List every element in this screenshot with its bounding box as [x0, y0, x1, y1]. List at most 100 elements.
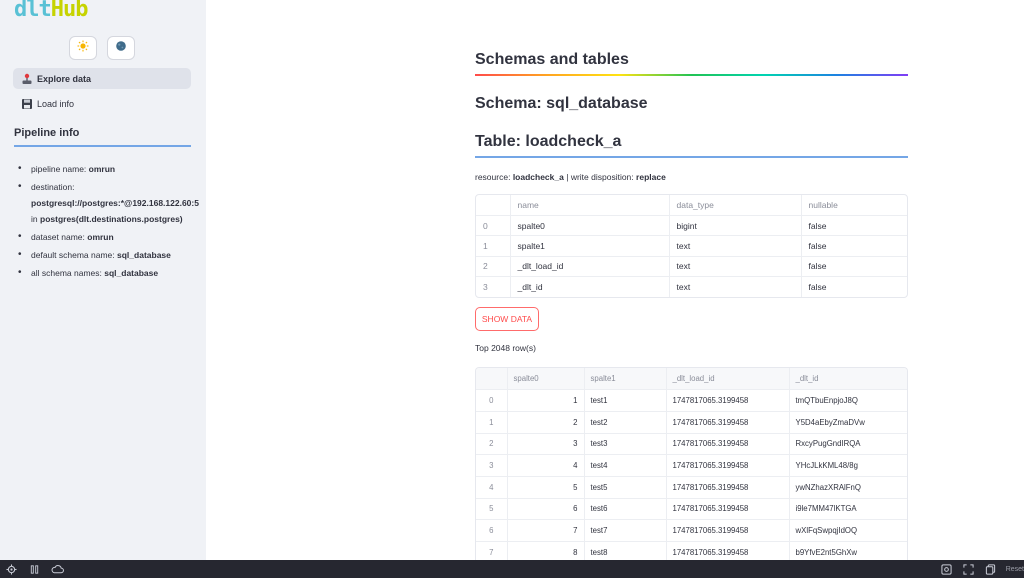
settings-icon[interactable]	[4, 562, 18, 576]
screenshot-icon[interactable]	[940, 562, 954, 576]
cell-dlt-id: ywNZhazXRAlFnQ	[789, 476, 907, 499]
cell-spalte1: test1	[584, 389, 667, 412]
table-header-row: name data_type nullable	[476, 195, 907, 216]
table-row[interactable]: 5 6 test6 1747817065.3199458 i9le7MM47lKTGA	[476, 498, 907, 521]
cell-spalte0: 6	[507, 498, 585, 521]
cell-dlt-id: wXlFqSwpqjIdOQ	[789, 519, 907, 542]
cell-spalte0: 2	[507, 411, 585, 434]
cell-dlt-id: YHcJLkKML48/8g	[789, 454, 907, 477]
index-header	[476, 195, 511, 216]
show-data-button[interactable]: SHOW DATA	[475, 307, 539, 331]
logo-hub: Hub	[50, 0, 89, 22]
table-row[interactable]: 2 _dlt_load_id text false	[476, 256, 907, 278]
cell-dlt-load-id: 1747817065.3199458	[666, 519, 790, 542]
schema-table[interactable]: name data_type nullable 0 spalte0 bigint fa…	[475, 194, 908, 298]
data-table[interactable]: spalte0 spalte1 _dlt_load_id _dlt_id 01t…	[475, 367, 908, 564]
cell-nullable: false	[801, 235, 907, 257]
table-row[interactable]: 3 4 test4 1747817065.3199458 YHcJLkKML48/8g	[476, 454, 907, 477]
cell-spalte0: 7	[507, 519, 585, 542]
nav-load-info-label: Load info	[37, 98, 75, 109]
cell-data-type: bigint	[669, 215, 802, 237]
column-header[interactable]: _dlt_load_id	[666, 368, 790, 391]
column-header[interactable]: nullable	[801, 195, 907, 216]
cell-name: _dlt_id	[510, 276, 670, 297]
row-index: 4	[476, 476, 508, 499]
cell-data-type: text	[669, 256, 802, 278]
rainbow-divider	[475, 74, 908, 76]
top-rows-label: Top 2048 row(s)	[475, 343, 536, 353]
cell-dlt-load-id: 1747817065.3199458	[666, 476, 790, 499]
copy-icon[interactable]	[984, 562, 998, 576]
cell-data-type: text	[669, 235, 802, 257]
dark-theme-button[interactable]	[107, 36, 135, 60]
info-value: omrun	[88, 164, 116, 174]
row-index: 2	[476, 256, 511, 278]
info-value: omrun	[87, 232, 114, 242]
table-row[interactable]: 3 _dlt_id text false	[476, 276, 907, 297]
cloud-icon[interactable]	[50, 562, 64, 576]
table-row[interactable]: 6 7 test7 1747817065.3199458 wXlFqSwpqjIdOQ	[476, 519, 907, 542]
fullscreen-icon[interactable]	[962, 562, 976, 576]
reset-label[interactable]: Reset	[1006, 566, 1024, 573]
nav-explore-data-label: Explore data	[37, 73, 92, 84]
info-value: sql_database	[117, 250, 171, 260]
info-label: default schema name:	[31, 250, 115, 260]
light-theme-button[interactable]	[69, 36, 97, 60]
resource-line: resource: loadcheck_a | write dispositio…	[475, 172, 666, 182]
row-index: 6	[476, 519, 508, 542]
table-header-row: spalte0 spalte1 _dlt_load_id _dlt_id	[476, 368, 907, 391]
separator: |	[566, 172, 569, 182]
joystick-icon	[20, 72, 34, 86]
cell-name: spalte1	[510, 235, 670, 257]
column-header[interactable]: name	[510, 195, 670, 216]
cell-dlt-load-id: 1747817065.3199458	[666, 433, 790, 456]
column-header[interactable]: data_type	[669, 195, 802, 216]
cell-spalte0: 4	[507, 454, 585, 477]
resource-label: resource:	[475, 172, 511, 182]
info-all-schemas: all schema names: sql_database	[18, 265, 206, 281]
table-row[interactable]: 1 2 test2 1747817065.3199458 Y5D4aEbyZmaDVw	[476, 411, 907, 434]
info-default-schema: default schema name: sql_database	[18, 247, 206, 263]
cell-spalte1: test5	[584, 476, 667, 499]
info-destination-url: postgresql://postgres:*@192.168.122.60:5	[31, 198, 199, 208]
table-row[interactable]: 0 1 test1 1747817065.3199458 tmQTbuEnpjoJ8Q	[476, 389, 907, 412]
cell-dlt-load-id: 1747817065.3199458	[666, 411, 790, 434]
sun-icon	[77, 39, 89, 57]
row-index: 1	[476, 411, 508, 434]
info-label: pipeline name:	[31, 164, 87, 174]
cell-spalte0: 5	[507, 476, 585, 499]
table-row[interactable]: 0 spalte0 bigint false	[476, 215, 907, 237]
bottom-left-controls	[4, 562, 64, 576]
column-header[interactable]: spalte1	[584, 368, 667, 391]
info-label: in	[31, 214, 38, 224]
cell-spalte1: test3	[584, 433, 667, 456]
info-destination-impl: postgres(dlt.destinations.postgres)	[40, 214, 183, 224]
row-index: 1	[476, 235, 511, 257]
info-label: destination:	[31, 182, 75, 192]
nav-explore-data[interactable]: Explore data	[13, 68, 191, 89]
bottom-toolbar: Reset	[0, 560, 1024, 578]
cell-spalte0: 1	[507, 389, 585, 412]
cell-dlt-id: Y5D4aEbyZmaDVw	[789, 411, 907, 434]
table-row[interactable]: 1 spalte1 text false	[476, 235, 907, 257]
cell-spalte1: test6	[584, 498, 667, 521]
cell-nullable: false	[808, 282, 827, 292]
dlthub-logo: dltHub	[14, 0, 88, 22]
floppy-disk-icon	[20, 97, 34, 111]
cell-nullable: false	[801, 256, 907, 278]
page-title: Schemas and tables	[475, 51, 629, 68]
cell-spalte0: 3	[507, 433, 585, 456]
table-row[interactable]: 4 5 test5 1747817065.3199458 ywNZhazXRAlFnQ	[476, 476, 907, 499]
info-destination: destination: postgresql://postgres:*@192.…	[18, 179, 206, 227]
nav-load-info[interactable]: Load info	[13, 93, 191, 114]
cell-spalte1: test2	[584, 411, 667, 434]
column-header[interactable]: spalte0	[507, 368, 585, 391]
pause-icon[interactable]	[27, 562, 41, 576]
table-row[interactable]: 2 3 test3 1747817065.3199458 RxcyPugGndIRQA	[476, 433, 907, 456]
cell-spalte1: test7	[584, 519, 667, 542]
column-header[interactable]: _dlt_id	[789, 368, 907, 391]
cell-dlt-load-id: 1747817065.3199458	[666, 498, 790, 521]
info-label: all schema names:	[31, 268, 102, 278]
cell-name: _dlt_load_id	[510, 256, 670, 278]
cell-dlt-id: RxcyPugGndIRQA	[789, 433, 907, 456]
